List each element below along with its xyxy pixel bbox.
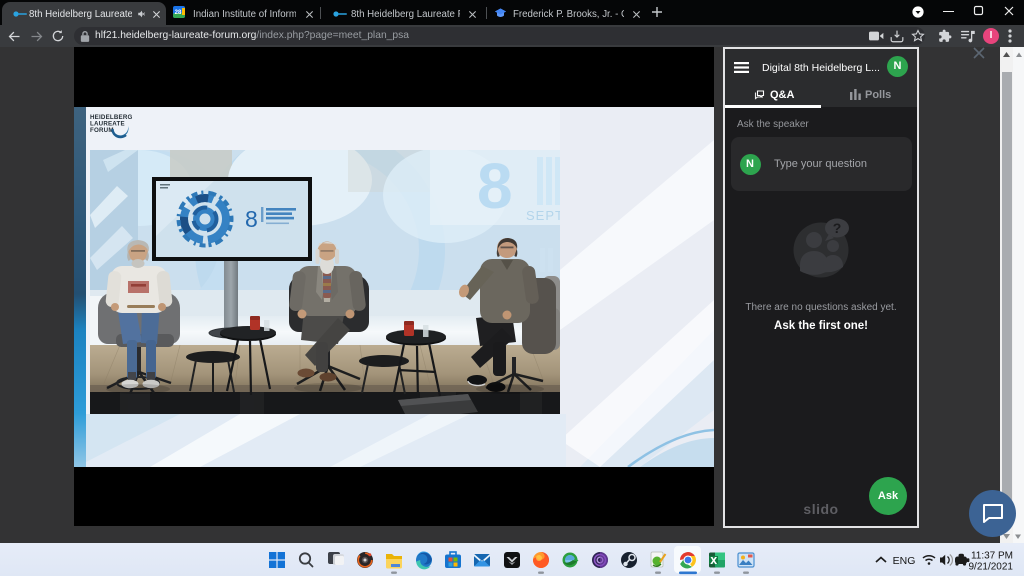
svg-text:9/21/2021: 9/21/2021 <box>969 562 1014 573</box>
svg-text:FORUM: FORUM <box>90 127 114 134</box>
svg-text:11:37 PM: 11:37 PM <box>971 551 1013 562</box>
svg-text:8: 8 <box>477 150 513 222</box>
svg-text:8: 8 <box>245 206 258 232</box>
svg-text:SEPT: SEPT <box>526 208 564 223</box>
svg-text:ENG: ENG <box>893 555 916 567</box>
svg-text:?: ? <box>833 220 842 236</box>
svg-text:28: 28 <box>175 10 182 16</box>
